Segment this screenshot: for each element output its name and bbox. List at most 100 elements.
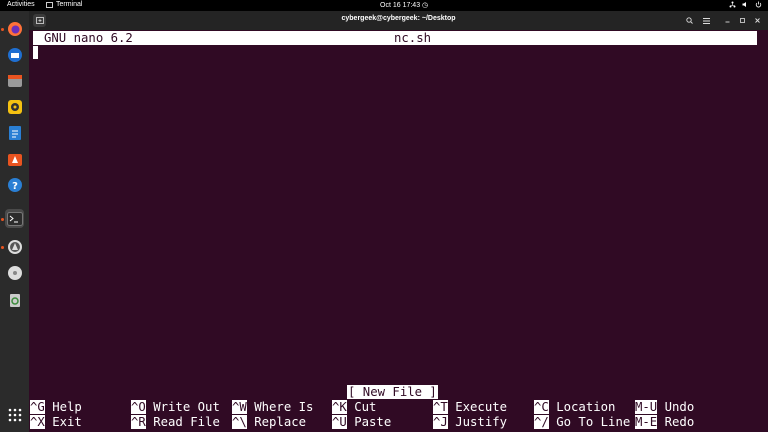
close-button[interactable] xyxy=(751,14,764,27)
writer-icon xyxy=(8,125,21,140)
shortcut-label: Execute xyxy=(447,400,508,414)
nano-version: GNU nano 6.2 xyxy=(44,31,133,45)
rhythmbox-launcher[interactable] xyxy=(5,97,24,116)
shortcut-label: Go To Line xyxy=(548,415,631,429)
shortcut-key: ^O xyxy=(131,400,146,414)
shortcut-item: ^C Location xyxy=(534,400,615,415)
shortcut-key: ^\ xyxy=(232,415,247,429)
clock-text: Oct 16 17:43 xyxy=(380,2,421,9)
activities-button[interactable]: Activities xyxy=(7,1,35,8)
terminal-titlebar: cybergeek@cybergeek: ~/Desktop xyxy=(29,11,768,30)
running-indicator xyxy=(1,246,4,249)
updater-icon xyxy=(7,239,22,254)
terminal-launcher[interactable] xyxy=(5,209,24,228)
terminal-app-icon xyxy=(46,1,53,8)
shortcut-label: Cut xyxy=(346,400,377,414)
top-bar: Activities Terminal Oct 16 17:43 ◷ xyxy=(0,0,768,11)
trash-launcher[interactable] xyxy=(5,290,24,309)
shortcut-item: ^R Read File xyxy=(131,415,220,430)
maximize-icon xyxy=(740,18,745,23)
shortcut-item: ^X Exit xyxy=(30,415,82,430)
software-icon xyxy=(7,153,22,166)
power-icon xyxy=(755,1,762,8)
thunderbird-launcher[interactable] xyxy=(5,45,24,64)
volume-icon xyxy=(742,2,746,7)
shortcut-item: ^O Write Out xyxy=(131,400,220,415)
shortcut-key: ^/ xyxy=(534,415,549,429)
hamburger-icon xyxy=(703,17,710,24)
shortcut-key: ^X xyxy=(30,415,45,429)
shortcut-label: Write Out xyxy=(145,400,220,414)
nano-header: GNU nano 6.2 nc.sh xyxy=(33,31,757,45)
shortcut-label: Undo xyxy=(657,400,695,414)
network-icon xyxy=(729,1,736,8)
shortcut-label: Where Is xyxy=(246,400,314,414)
svg-text:?: ? xyxy=(12,181,18,192)
shortcut-key: M-U xyxy=(635,400,658,414)
nano-filename: nc.sh xyxy=(394,31,432,45)
shortcut-key: ^G xyxy=(30,400,45,414)
shortcut-key: ^U xyxy=(332,415,347,429)
dvd-icon xyxy=(7,265,22,280)
app-grid-icon xyxy=(8,408,21,421)
maximize-button[interactable] xyxy=(736,14,749,27)
search-button[interactable] xyxy=(683,14,696,27)
shortcut-label: Paste xyxy=(346,415,392,429)
help-icon: ? xyxy=(7,177,22,192)
updater-launcher[interactable] xyxy=(5,237,24,256)
nano-status: [ New File ] xyxy=(347,385,438,399)
menu-button[interactable] xyxy=(700,14,713,27)
shortcut-key: M-E xyxy=(635,415,658,429)
shortcut-item: ^J Justify xyxy=(433,415,507,430)
minimize-icon xyxy=(725,21,730,23)
shortcut-item: ^T Execute xyxy=(433,400,507,415)
shortcut-key: ^R xyxy=(131,415,146,429)
shortcut-label: Justify xyxy=(447,415,508,429)
shortcut-label: Exit xyxy=(44,415,82,429)
shortcut-key: ^T xyxy=(433,400,448,414)
terminal-icon xyxy=(6,211,23,226)
close-icon xyxy=(755,18,760,23)
shortcut-item: M-E Redo xyxy=(635,415,694,430)
minimize-button[interactable] xyxy=(721,14,734,27)
shortcut-label: Replace xyxy=(246,415,307,429)
terminal-area[interactable]: GNU nano 6.2 nc.sh [ New File ] ^G Help ^… xyxy=(29,30,768,432)
software-launcher[interactable] xyxy=(5,149,24,168)
shortcut-item: ^G Help xyxy=(30,400,82,415)
clock[interactable]: Oct 16 17:43 ◷ xyxy=(380,1,428,9)
shortcut-item: ^K Cut xyxy=(332,400,376,415)
shortcut-label: Read File xyxy=(145,415,220,429)
shortcut-key: ^C xyxy=(534,400,549,414)
firefox-launcher[interactable] xyxy=(5,19,24,38)
help-launcher[interactable]: ? xyxy=(5,175,24,194)
search-icon xyxy=(686,17,693,24)
shortcut-item: ^U Paste xyxy=(332,415,391,430)
rhythmbox-icon xyxy=(7,99,22,114)
system-tray[interactable] xyxy=(729,1,762,8)
thunderbird-icon xyxy=(7,47,22,62)
shortcut-label: Redo xyxy=(657,415,695,429)
dvd-launcher[interactable] xyxy=(5,263,24,282)
dock: ? xyxy=(0,11,29,432)
shortcut-key: ^W xyxy=(232,400,247,414)
firefox-icon xyxy=(7,21,22,36)
shortcut-label: Help xyxy=(44,400,82,414)
app-menu[interactable]: Terminal xyxy=(46,1,82,8)
shortcut-label: Location xyxy=(548,400,616,414)
shortcut-key: ^J xyxy=(433,415,448,429)
window-title: cybergeek@cybergeek: ~/Desktop xyxy=(341,15,456,22)
running-indicator xyxy=(1,28,4,31)
app-name: Terminal xyxy=(56,1,83,8)
text-cursor xyxy=(33,46,38,59)
shortcut-item: M-U Undo xyxy=(635,400,694,415)
shortcut-item: ^\ Replace xyxy=(232,415,306,430)
files-icon xyxy=(7,74,22,87)
trash-icon xyxy=(9,293,20,307)
show-apps-button[interactable] xyxy=(5,405,24,424)
shortcut-key: ^K xyxy=(332,400,347,414)
shortcut-item: ^W Where Is xyxy=(232,400,313,415)
alarm-icon: ◷ xyxy=(422,2,429,9)
writer-launcher[interactable] xyxy=(5,123,24,142)
files-launcher[interactable] xyxy=(5,71,24,90)
running-indicator xyxy=(1,218,4,221)
